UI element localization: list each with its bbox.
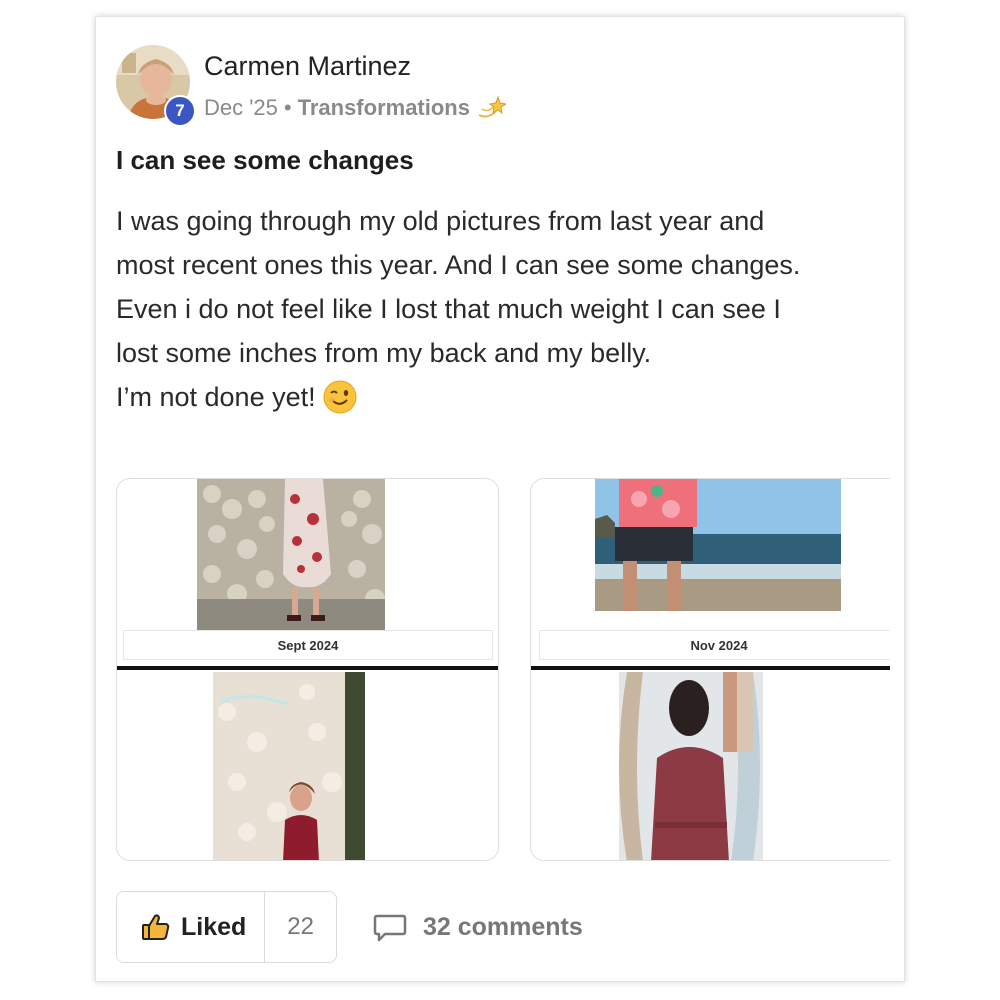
post-meta: Dec '25 • Transformations	[204, 95, 506, 121]
attachment-image-2[interactable]: Nov 2024	[530, 478, 890, 861]
level-badge: 7	[164, 95, 196, 127]
photo-caption-box: Nov 2024	[539, 630, 890, 660]
post-date: Dec '25	[204, 95, 278, 120]
body-line: I’m not done yet!	[116, 382, 324, 412]
thumbs-up-icon	[141, 913, 171, 941]
body-line: I was going through my old pictures from…	[116, 206, 765, 236]
like-button[interactable]: Liked	[117, 892, 266, 962]
comment-bubble-icon	[373, 912, 407, 942]
body-line-last: I’m not done yet!	[116, 375, 886, 419]
photo-divider	[117, 666, 498, 670]
meta-separator: •	[283, 95, 292, 120]
like-label: Liked	[181, 912, 247, 941]
post-body: I was going through my old pictures from…	[116, 199, 886, 419]
photo-divider	[531, 666, 890, 670]
dizzy-star-icon	[476, 95, 506, 121]
photo-caption: Sept 2024	[277, 637, 339, 653]
body-line: most recent ones this year. And I can se…	[116, 250, 801, 280]
photo-caption-box: Sept 2024	[123, 630, 493, 660]
like-group: Liked 22	[116, 891, 337, 963]
body-line: lost some inches from my back and my bel…	[116, 338, 652, 368]
attachment-image-1[interactable]: Sept 2024	[116, 478, 499, 861]
photo-caption: Nov 2024	[690, 637, 748, 653]
category-link[interactable]: Transformations	[298, 95, 470, 121]
body-line: Even i do not feel like I lost that much…	[116, 294, 781, 324]
comments-label: 32 comments	[423, 912, 583, 941]
post-actions: Liked 22 32 comments	[116, 891, 583, 963]
comments-link[interactable]: 32 comments	[373, 912, 583, 942]
photo-red-dress-flower-wall	[213, 672, 365, 860]
winking-face-icon	[323, 380, 357, 414]
like-count[interactable]: 22	[265, 892, 336, 962]
author-name[interactable]: Carmen Martinez	[204, 51, 411, 82]
post-title: I can see some changes	[116, 145, 414, 175]
post-card: 7 Carmen Martinez Dec '25 • Transformati…	[95, 16, 905, 982]
photo-mirror-selfie	[619, 672, 763, 860]
